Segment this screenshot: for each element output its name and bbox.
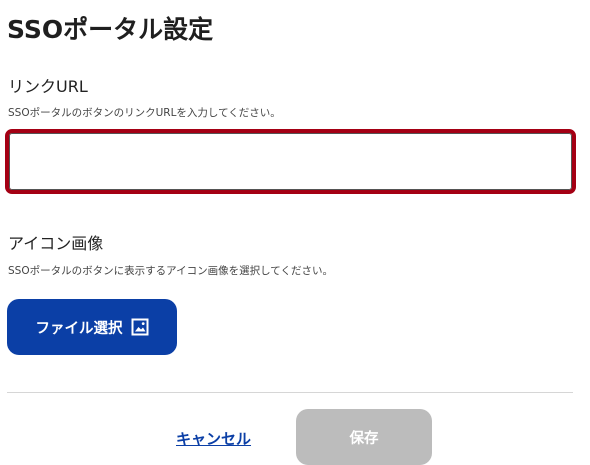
cancel-link[interactable]: キャンセル bbox=[176, 428, 251, 449]
image-icon bbox=[131, 318, 149, 336]
divider bbox=[7, 392, 573, 393]
icon-image-help: SSOポータルのボタンに表示するアイコン画像を選択してください。 bbox=[8, 265, 333, 277]
file-select-button[interactable]: ファイル選択 bbox=[7, 299, 177, 355]
page-title: SSOポータル設定 bbox=[7, 15, 214, 44]
icon-image-label: アイコン画像 bbox=[8, 234, 104, 253]
link-url-label: リンクURL bbox=[8, 77, 88, 96]
save-button[interactable]: 保存 bbox=[296, 409, 432, 465]
file-select-label: ファイル選択 bbox=[35, 320, 123, 337]
link-url-input[interactable] bbox=[5, 129, 576, 194]
sso-portal-settings-page: SSOポータル設定 リンクURL SSOポータルのボタンのリンクURLを入力して… bbox=[0, 0, 590, 465]
link-url-help: SSOポータルのボタンのリンクURLを入力してください。 bbox=[8, 107, 281, 119]
